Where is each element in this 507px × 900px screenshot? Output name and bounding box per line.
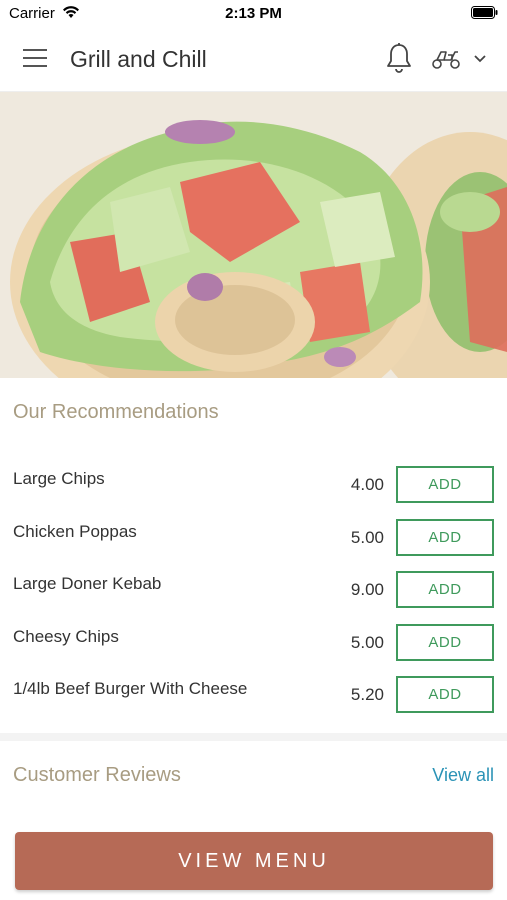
add-button[interactable]: ADD	[396, 623, 494, 661]
delivery-scooter-icon[interactable]	[431, 48, 461, 70]
bell-icon[interactable]	[385, 42, 413, 74]
item-name: Chicken Poppas	[13, 521, 137, 541]
list-item: 1/4lb Beef Burger With Cheese 5.20 ADD	[0, 676, 507, 729]
chevron-down-icon[interactable]	[473, 53, 487, 65]
item-price: 5.00	[350, 527, 384, 547]
item-price: 5.00	[350, 632, 384, 652]
add-button[interactable]: ADD	[396, 466, 494, 503]
item-name: 1/4lb Beef Burger With Cheese	[13, 679, 248, 698]
app-header: Grill and Chill	[0, 26, 507, 92]
view-all-link[interactable]: View all	[432, 765, 494, 786]
section-divider	[0, 733, 507, 741]
status-time: 2:13 PM	[225, 5, 282, 22]
battery-icon	[471, 6, 498, 19]
list-item: Large Doner Kebab 9.00 ADD	[0, 571, 507, 624]
recommendations-list: Large Chips 4.00 ADD Chicken Poppas 5.00…	[0, 466, 507, 729]
list-item: Large Chips 4.00 ADD	[0, 466, 507, 519]
item-price: 5.20	[350, 685, 384, 704]
list-item: Chicken Poppas 5.00 ADD	[0, 518, 507, 572]
add-button[interactable]: ADD	[396, 571, 494, 608]
add-button[interactable]: ADD	[396, 518, 494, 556]
hero-food-image	[0, 92, 507, 378]
item-name: Cheesy Chips	[13, 626, 119, 646]
list-item: Cheesy Chips 5.00 ADD	[0, 623, 507, 677]
item-name: Large Chips	[13, 469, 105, 488]
reviews-title: Customer Reviews	[13, 764, 181, 786]
add-button[interactable]: ADD	[396, 676, 494, 713]
item-price: 4.00	[350, 475, 384, 494]
item-name: Large Doner Kebab	[13, 574, 162, 593]
status-bar: Carrier 2:13 PM	[0, 0, 507, 26]
item-price: 9.00	[350, 580, 384, 599]
app-title: Grill and Chill	[70, 46, 207, 72]
recommendations-title: Our Recommendations	[13, 401, 219, 423]
menu-icon[interactable]	[22, 48, 48, 68]
view-menu-button[interactable]: VIEW MENU	[15, 832, 493, 890]
